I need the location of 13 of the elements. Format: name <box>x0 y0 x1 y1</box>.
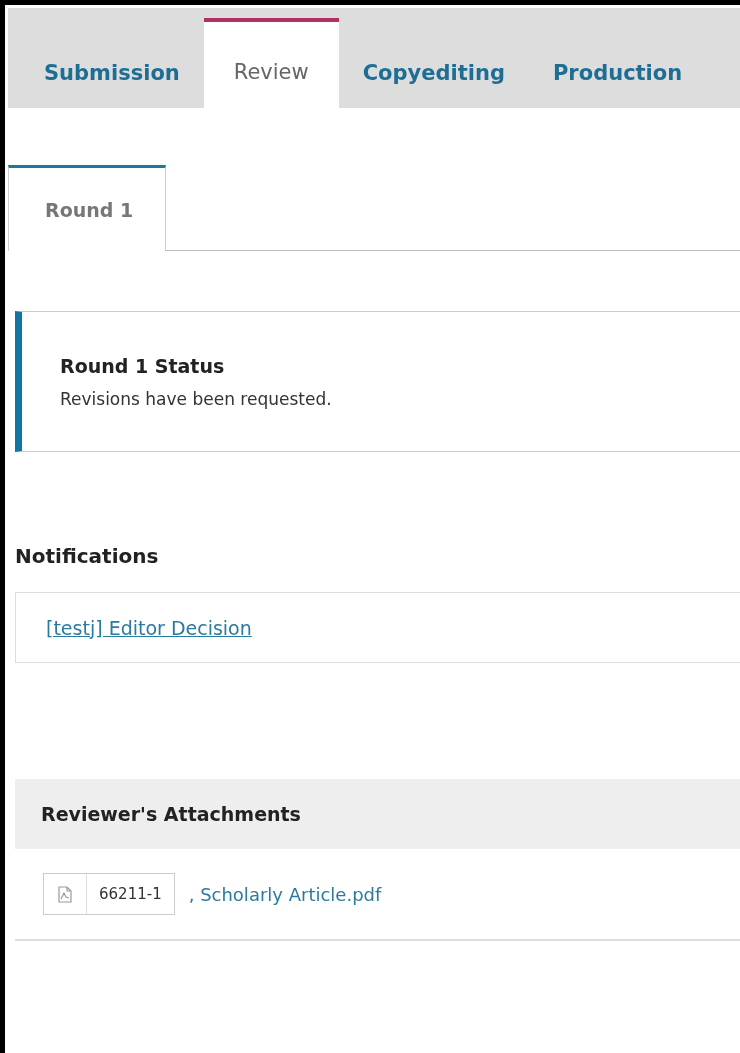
file-link[interactable]: , Scholarly Article.pdf <box>188 883 382 905</box>
stage-tab[interactable]: Copyediting <box>338 18 529 108</box>
section-heading: Notifications <box>15 544 160 568</box>
status-title: Round 1 Status <box>60 354 226 377</box>
round-tab[interactable]: Round 1 <box>8 165 167 251</box>
stage-tab[interactable]: Review <box>203 18 339 108</box>
grid-header: Reviewer's Attachments <box>15 779 740 849</box>
stage-tab[interactable]: Production <box>528 18 707 108</box>
file-id: 66211-1 <box>98 884 163 905</box>
stage-tab[interactable]: Submission <box>20 18 204 108</box>
pdf-file-icon <box>58 885 72 903</box>
status-message: Revisions have been requested. <box>60 388 333 409</box>
notification-link[interactable]: [testj] Editor Decision <box>46 616 252 639</box>
